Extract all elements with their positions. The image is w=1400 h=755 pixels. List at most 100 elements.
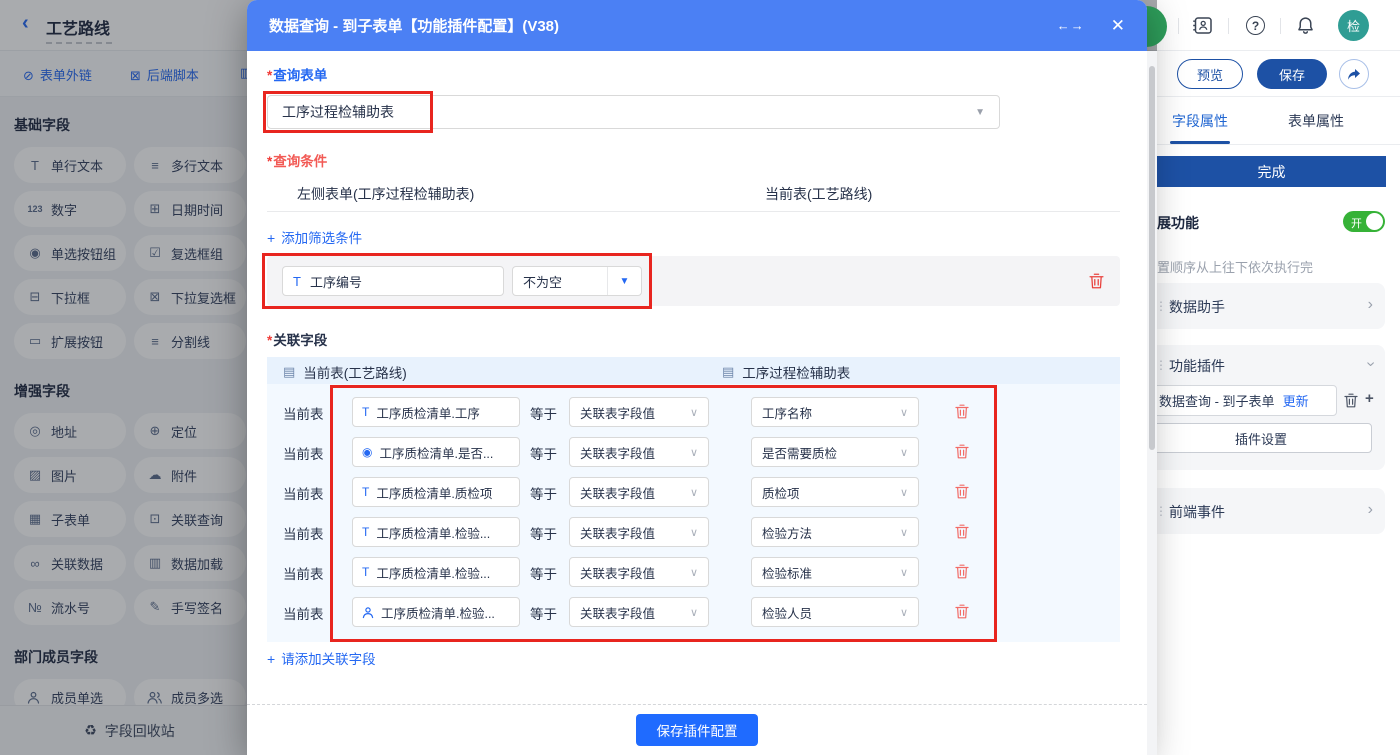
plugin-update-link[interactable]: 更新 — [1283, 391, 1309, 410]
row-trash-icon[interactable] — [955, 404, 969, 419]
card-data-helper[interactable]: ⋮ 数据助手 › — [1157, 283, 1385, 329]
row-field-select[interactable]: T工序质检清单.检验... — [352, 557, 520, 587]
modal-scrollbar-track[interactable] — [1147, 51, 1157, 755]
chevron-down-icon: ∨ — [690, 566, 698, 579]
row-prefix: 当前表 — [283, 603, 324, 623]
extended-function-label: 展功能 — [1157, 213, 1199, 233]
row-trash-icon[interactable] — [955, 524, 969, 539]
link-field-row: 当前表 T工序质检清单.检验... 等于 关联表字段值∨ 检验方法∨ — [267, 512, 1120, 552]
drag-handle-icon[interactable]: ⋮ — [1157, 299, 1165, 313]
plugin-settings-button[interactable]: 插件设置 — [1157, 423, 1372, 453]
properties-panel: 预览 保存 字段属性 表单属性 完成 展功能 开 置顺序从上往下依次执行完 ⋮ … — [1157, 51, 1400, 755]
link-field-row: 当前表 T工序质检清单.质检项 等于 关联表字段值∨ 质检项∨ — [267, 472, 1120, 512]
row-field-select[interactable]: ◉工序质检清单.是否... — [352, 437, 520, 467]
row-mid-select[interactable]: 关联表字段值∨ — [569, 437, 709, 467]
plus-icon: + — [267, 230, 275, 246]
row-field-select[interactable]: 工序质检清单.检验... — [352, 597, 520, 627]
card-label: 前端事件 — [1169, 502, 1225, 522]
link-field-row: 当前表 工序质检清单.检验... 等于 关联表字段值∨ 检验人员∨ — [267, 592, 1120, 632]
row-prefix: 当前表 — [283, 563, 324, 583]
divider — [267, 211, 1120, 212]
row-value-select[interactable]: 检验方法∨ — [751, 517, 919, 547]
text-field-icon: T — [362, 485, 369, 499]
toggle-knob — [1366, 213, 1383, 230]
chevron-down-icon: ∨ — [900, 566, 908, 579]
help-icon[interactable]: ? — [1246, 16, 1265, 35]
row-mid-select[interactable]: 关联表字段值∨ — [569, 517, 709, 547]
tab-field-properties[interactable]: 字段属性 — [1172, 111, 1228, 131]
plugin-trash-icon[interactable] — [1344, 393, 1358, 408]
modal-title: 数据查询 - 到子表单【功能插件配置】(V38) — [269, 15, 1057, 36]
row-field-select[interactable]: T工序质检清单.工序 — [352, 397, 520, 427]
filter-operator-select[interactable]: 不为空 ▼ — [512, 266, 642, 296]
plugin-item[interactable]: 数据查询 - 到子表单 更新 — [1157, 385, 1337, 416]
row-trash-icon[interactable] — [955, 484, 969, 499]
row-value-select[interactable]: 检验人员∨ — [751, 597, 919, 627]
drag-handle-icon[interactable]: ⋮ — [1157, 358, 1165, 372]
user-avatar[interactable]: 检 — [1338, 10, 1369, 41]
save-button[interactable]: 保存 — [1257, 59, 1327, 89]
expand-icon[interactable]: ←→ — [1057, 18, 1085, 33]
row-field-select[interactable]: T工序质检清单.检验... — [352, 517, 520, 547]
chevron-down-icon: ∨ — [900, 486, 908, 499]
filter-field-value: 工序编号 — [310, 272, 362, 291]
row-trash-icon[interactable] — [955, 444, 969, 459]
row-field-select[interactable]: T工序质检清单.质检项 — [352, 477, 520, 507]
row-mid-select[interactable]: 关联表字段值∨ — [569, 557, 709, 587]
person-field-icon — [362, 606, 374, 619]
row-value-select[interactable]: 检验标准∨ — [751, 557, 919, 587]
row-value-select[interactable]: 工序名称∨ — [751, 397, 919, 427]
row-mid-select[interactable]: 关联表字段值∨ — [569, 397, 709, 427]
add-filter-condition-link[interactable]: +添加筛选条件 — [267, 227, 362, 247]
chevron-right-icon[interactable]: › — [1368, 501, 1373, 519]
card-frontend-events[interactable]: ⋮ 前端事件 › — [1157, 488, 1385, 534]
chevron-down-icon[interactable]: › — [1361, 361, 1379, 366]
query-form-value: 工序过程检辅助表 — [282, 102, 394, 122]
current-form-header: 当前表(工艺路线) — [765, 184, 872, 204]
add-link-field-link[interactable]: +请添加关联字段 — [267, 648, 376, 668]
required-asterisk: * — [267, 154, 272, 169]
row-operator: 等于 — [530, 443, 557, 463]
done-button[interactable]: 完成 — [1157, 156, 1386, 187]
link-field-row: 当前表 T工序质检清单.检验... 等于 关联表字段值∨ 检验标准∨ — [267, 552, 1120, 592]
tab-form-properties[interactable]: 表单属性 — [1288, 111, 1344, 131]
notification-bell-icon[interactable] — [1296, 16, 1315, 35]
chevron-right-icon[interactable]: › — [1368, 296, 1373, 314]
extended-function-toggle[interactable]: 开 — [1343, 211, 1385, 232]
row-prefix: 当前表 — [283, 483, 324, 503]
card-label: 数据助手 — [1169, 297, 1225, 317]
chevron-down-icon: ∨ — [900, 446, 908, 459]
plus-icon: + — [267, 651, 275, 667]
row-value-select[interactable]: 是否需要质检∨ — [751, 437, 919, 467]
chevron-down-icon: ∨ — [900, 526, 908, 539]
filter-trash-icon[interactable] — [1089, 273, 1104, 289]
save-plugin-config-button[interactable]: 保存插件配置 — [636, 714, 758, 746]
row-value-select[interactable]: 质检项∨ — [751, 477, 919, 507]
chevron-down-icon: ∨ — [900, 606, 908, 619]
filter-condition-row: T 工序编号 不为空 ▼ — [267, 256, 1120, 306]
required-asterisk: * — [267, 68, 272, 83]
filter-field-input[interactable]: T 工序编号 — [282, 266, 504, 296]
modal-body: *查询表单 工序过程检辅助表 ▼ *查询条件 左侧表单(工序过程检辅助表) 当前… — [247, 51, 1147, 704]
query-form-select[interactable]: 工序过程检辅助表 ▼ — [267, 95, 1000, 129]
share-button[interactable] — [1339, 59, 1369, 89]
required-asterisk: * — [267, 333, 272, 348]
row-mid-select[interactable]: 关联表字段值∨ — [569, 477, 709, 507]
plugin-move-icon[interactable]: + — [1365, 390, 1374, 407]
plugin-name: 数据查询 - 到子表单 — [1159, 391, 1275, 410]
row-mid-select[interactable]: 关联表字段值∨ — [569, 597, 709, 627]
row-trash-icon[interactable] — [955, 604, 969, 619]
row-trash-icon[interactable] — [955, 564, 969, 579]
modal-scrollbar-thumb[interactable] — [1149, 66, 1155, 450]
caret-down-icon: ▼ — [975, 107, 985, 118]
contacts-icon[interactable] — [1192, 16, 1213, 35]
chevron-down-icon: ∨ — [690, 606, 698, 619]
preview-button[interactable]: 预览 — [1177, 59, 1243, 89]
drag-handle-icon[interactable]: ⋮ — [1157, 504, 1165, 518]
link-field-row: 当前表 ◉工序质检清单.是否... 等于 关联表字段值∨ 是否需要质检∨ — [267, 432, 1120, 472]
query-form-label: *查询表单 — [267, 64, 327, 84]
screen: ‹ 工艺路线 ? 检 ⊘表单外链 ⊠后端脚本 ▥ 基础字段 T单行文本 ≡多行文… — [0, 0, 1400, 755]
execution-order-hint: 置顺序从上往下依次执行完 — [1157, 257, 1313, 276]
row-operator: 等于 — [530, 523, 557, 543]
close-icon[interactable]: ✕ — [1111, 16, 1125, 36]
